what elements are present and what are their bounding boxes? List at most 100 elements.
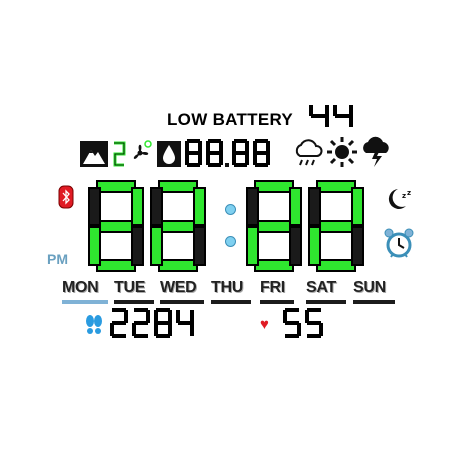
segment-b bbox=[245, 141, 249, 153]
weekday-bar: MON TUE WED THU FRI SAT SUN bbox=[62, 279, 396, 304]
weekday-sun: SUN bbox=[353, 279, 386, 296]
segment-e bbox=[88, 226, 101, 266]
segment-f bbox=[308, 186, 321, 226]
footsteps-icon bbox=[83, 314, 105, 336]
segment-e bbox=[110, 323, 114, 336]
segment-c bbox=[325, 116, 329, 127]
segment-e bbox=[206, 153, 210, 165]
segment-digit bbox=[246, 180, 302, 272]
segment-a bbox=[285, 308, 299, 312]
segment-c bbox=[131, 226, 144, 266]
segment-d bbox=[134, 334, 148, 338]
steps-readout bbox=[110, 308, 200, 340]
segment-f bbox=[232, 141, 236, 153]
cloud-rain-icon bbox=[292, 138, 324, 168]
segment-e bbox=[132, 323, 136, 336]
segment-e bbox=[185, 153, 189, 165]
time-display bbox=[88, 180, 378, 275]
segment-c bbox=[289, 226, 302, 266]
segment-c bbox=[319, 323, 323, 336]
segment-b bbox=[266, 141, 270, 153]
segment-b bbox=[351, 186, 364, 226]
weekday-indicator-sat bbox=[306, 300, 346, 304]
segment-f bbox=[176, 310, 180, 323]
segment-digit bbox=[150, 180, 206, 272]
segment-digit bbox=[176, 308, 194, 338]
segment-digit bbox=[132, 308, 150, 338]
heart-icon: ♥ bbox=[260, 316, 269, 333]
segment-b bbox=[325, 105, 329, 116]
sensor-readout bbox=[185, 139, 293, 169]
segment-b bbox=[146, 310, 150, 323]
segment-digit bbox=[309, 103, 329, 129]
mountain-icon bbox=[79, 140, 109, 168]
weekday-wed: WED bbox=[160, 279, 197, 296]
battery-level-readout bbox=[309, 103, 355, 131]
segment-b bbox=[193, 186, 206, 226]
weekday-indicator-sun bbox=[353, 300, 395, 304]
segment-b bbox=[289, 186, 302, 226]
segment-e bbox=[246, 226, 259, 266]
segment-c bbox=[245, 153, 249, 165]
segment-c bbox=[351, 226, 364, 266]
segment-c bbox=[198, 153, 202, 165]
segment-b bbox=[190, 310, 194, 323]
weekday-mon: MON bbox=[62, 279, 99, 296]
bluetooth-icon bbox=[58, 185, 74, 209]
fan-icon bbox=[125, 138, 155, 168]
segment-b bbox=[124, 310, 128, 323]
segment-f bbox=[309, 105, 313, 116]
segment-d bbox=[112, 334, 126, 338]
segment-c bbox=[190, 323, 194, 336]
segment-e bbox=[150, 226, 163, 266]
droplet-icon bbox=[156, 140, 182, 168]
decimal-point bbox=[225, 163, 229, 167]
segment-digit bbox=[154, 308, 172, 338]
segment-digit bbox=[232, 139, 249, 167]
low-battery-label: LOW BATTERY bbox=[167, 110, 294, 129]
segment-b bbox=[198, 141, 202, 153]
segment-c bbox=[349, 116, 353, 127]
weekday-indicator-thu bbox=[211, 300, 251, 304]
segment-digit bbox=[308, 180, 364, 272]
weekday-indicator-tue bbox=[114, 300, 154, 304]
weekday-sat: SAT bbox=[306, 279, 336, 296]
segment-b bbox=[168, 310, 172, 323]
svg-text:z: z bbox=[402, 192, 406, 200]
sun-icon bbox=[326, 136, 358, 168]
moon-sleep-icon: zz bbox=[384, 186, 414, 212]
segment-c bbox=[193, 226, 206, 266]
segment-b bbox=[349, 105, 353, 116]
segment-digit bbox=[88, 180, 144, 272]
segment-c bbox=[219, 153, 223, 165]
svg-text:z: z bbox=[407, 189, 411, 197]
weekday-indicator-mon bbox=[62, 300, 108, 304]
segment-c bbox=[297, 323, 301, 336]
segment-c bbox=[266, 153, 270, 165]
segment-digit bbox=[253, 139, 270, 167]
segment-digit bbox=[206, 139, 223, 167]
meridiem-label: PM bbox=[47, 251, 68, 267]
segment-digit bbox=[185, 139, 202, 167]
segment-digit bbox=[110, 308, 128, 338]
segment-f bbox=[305, 310, 309, 323]
segment-f bbox=[253, 141, 257, 153]
segment-a bbox=[307, 308, 321, 312]
segment-e bbox=[232, 153, 236, 165]
weekday-indicator-wed bbox=[160, 300, 204, 304]
weekday-thu: THU bbox=[211, 279, 243, 296]
segment-f bbox=[246, 186, 259, 226]
segment-e bbox=[308, 226, 321, 266]
segment-e bbox=[253, 153, 257, 165]
alarm-clock-icon[interactable] bbox=[383, 227, 415, 259]
colon-bottom bbox=[225, 236, 236, 247]
segment-f bbox=[333, 105, 337, 116]
weekday-fri: FRI bbox=[260, 279, 285, 296]
humidity-digit-icon bbox=[112, 140, 126, 168]
segment-c bbox=[168, 323, 172, 336]
segment-f bbox=[154, 310, 158, 323]
storm-icon bbox=[360, 136, 392, 168]
segment-b bbox=[131, 186, 144, 226]
segment-f bbox=[88, 186, 101, 226]
segment-f bbox=[206, 141, 210, 153]
